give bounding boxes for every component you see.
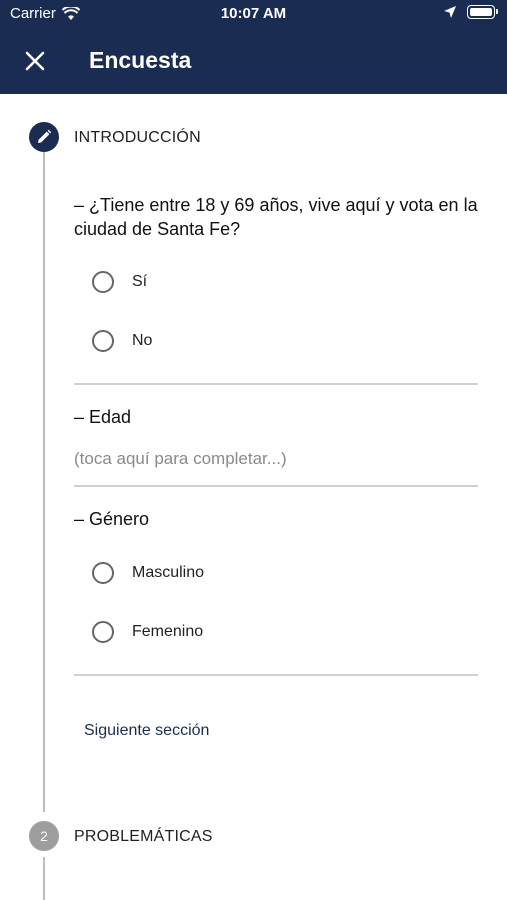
question-gender-title: – Género: [74, 509, 150, 529]
step-1-indicator[interactable]: [29, 122, 59, 152]
radio-option-no[interactable]: No: [92, 327, 152, 355]
location-arrow-icon: [444, 6, 456, 18]
radio-option-femenino[interactable]: Femenino: [92, 618, 203, 646]
divider: [74, 674, 478, 676]
status-time: 10:07 AM: [220, 5, 287, 22]
radio-button-icon[interactable]: [92, 562, 114, 584]
step-2-title[interactable]: PROBLEMÁTICAS: [74, 828, 213, 846]
radio-label: Masculino: [132, 564, 205, 581]
radio-option-si[interactable]: Sí: [92, 268, 147, 296]
age-input[interactable]: [74, 444, 478, 474]
close-button[interactable]: [18, 44, 52, 78]
step-1-title[interactable]: INTRODUCCIÓN: [74, 129, 201, 147]
status-right: [443, 5, 498, 19]
divider: [74, 485, 478, 487]
radio-option-masculino[interactable]: Masculino: [92, 559, 204, 587]
question-eligibility-title: – ¿Tiene entre 18 y 69 años, vive aquí y…: [74, 195, 478, 239]
radio-label: Femenino: [132, 623, 204, 640]
radio-button-icon[interactable]: [92, 271, 114, 293]
battery-icon: [467, 5, 498, 19]
radio-button-icon[interactable]: [92, 330, 114, 352]
question-age-title: – Edad: [74, 407, 132, 427]
step-2-indicator[interactable]: 2: [29, 821, 59, 851]
radio-label: Sí: [132, 273, 148, 290]
radio-label: No: [132, 332, 153, 349]
stepper-line-1: [43, 152, 45, 812]
page-title: Encuesta: [89, 47, 192, 73]
status-bar: Carrier 10:07 AM: [0, 0, 507, 28]
divider: [74, 383, 478, 385]
next-section-button[interactable]: Siguiente sección: [84, 722, 209, 740]
pencil-icon: [38, 129, 52, 143]
stepper-line-2: [43, 857, 45, 900]
app-bar: Encuesta: [0, 28, 507, 94]
close-icon: [25, 51, 45, 71]
header: Carrier 10:07 AM Encuesta: [0, 0, 507, 94]
radio-button-icon[interactable]: [92, 621, 114, 643]
